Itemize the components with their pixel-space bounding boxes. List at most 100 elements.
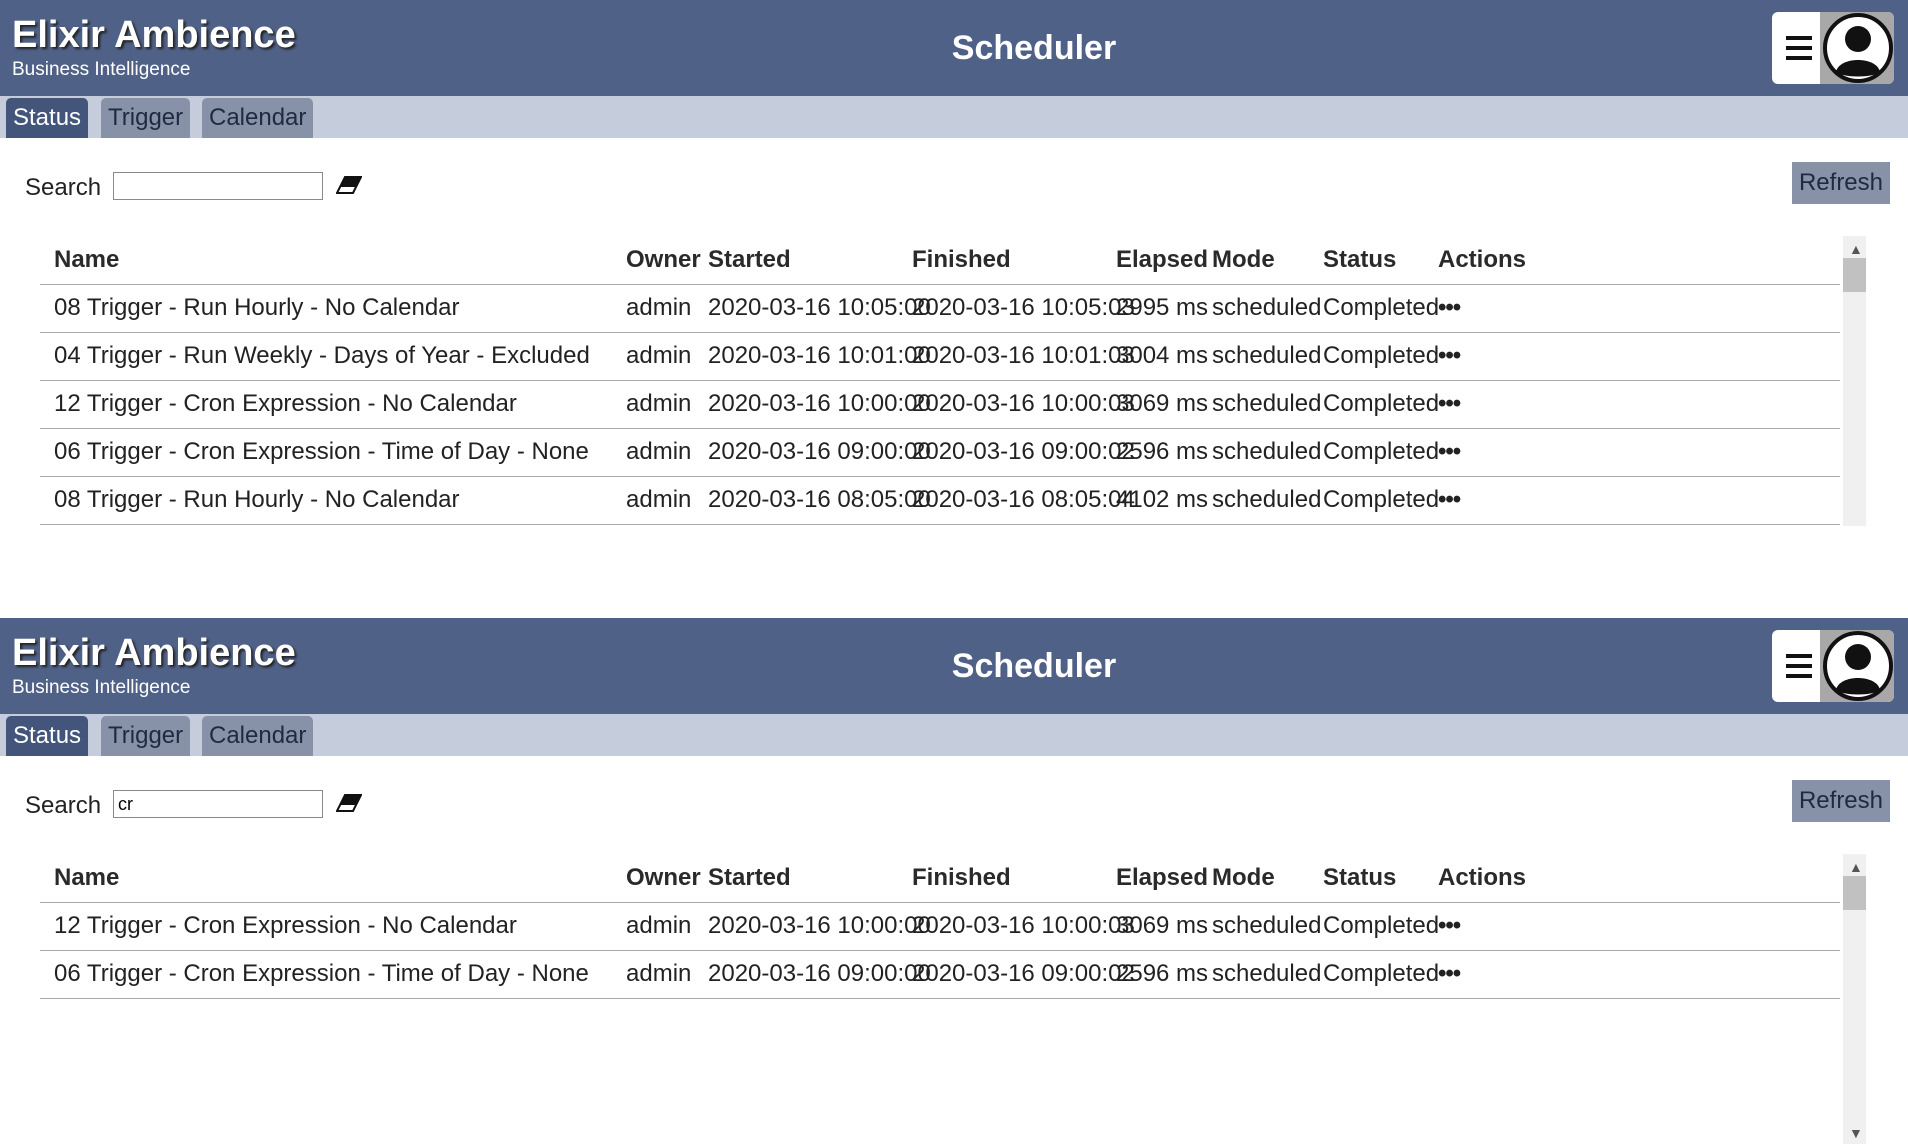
cell-started: 2020-03-16 08:05:00: [708, 486, 931, 513]
user-menu: [1772, 12, 1894, 84]
cell-elapsed: 2995 ms: [1116, 294, 1209, 321]
scheduler-panel: Elixir Ambience Business Intelligence Sc…: [0, 0, 1908, 530]
cell-finished: 2020-03-16 09:00:02: [912, 960, 1135, 987]
tab-status[interactable]: Status: [6, 716, 89, 756]
table-row[interactable]: 12 Trigger - Cron Expression - No Calend…: [40, 380, 1840, 429]
table-row[interactable]: 06 Trigger - Cron Expression - Time of D…: [40, 428, 1840, 477]
actions-menu-icon[interactable]: •••: [1438, 332, 1461, 380]
column-header-actions: Actions: [1438, 246, 1527, 273]
column-header-started: Started: [708, 864, 791, 891]
page-title: Scheduler: [951, 647, 1117, 685]
tab-status[interactable]: Status: [6, 98, 89, 138]
avatar[interactable]: [1820, 630, 1894, 702]
tab-trigger[interactable]: Trigger: [101, 716, 191, 756]
scrollbar-thumb[interactable]: [1843, 258, 1866, 292]
scroll-up-icon[interactable]: ▲: [1849, 242, 1863, 256]
table-row[interactable]: 04 Trigger - Run Weekly - Days of Year -…: [40, 332, 1840, 381]
cell-name: 06 Trigger - Cron Expression - Time of D…: [54, 960, 589, 987]
scheduler-panel: Elixir Ambience Business Intelligence Sc…: [0, 618, 1908, 1144]
table-row[interactable]: 06 Trigger - Cron Expression - Time of D…: [40, 950, 1840, 999]
cell-owner: admin: [626, 912, 692, 939]
cell-status: Completed: [1323, 342, 1440, 369]
cell-mode: scheduled: [1212, 912, 1322, 939]
hamburger-menu-icon[interactable]: [1786, 654, 1812, 678]
table-scrollbar[interactable]: ▲ ▼: [1843, 854, 1866, 1144]
cell-status: Completed: [1323, 960, 1440, 987]
cell-name: 06 Trigger - Cron Expression - Time of D…: [54, 438, 589, 465]
tab-calendar[interactable]: Calendar: [202, 98, 314, 138]
column-header-name: Name: [54, 864, 120, 891]
cell-elapsed: 3069 ms: [1116, 912, 1209, 939]
table-row[interactable]: 08 Trigger - Run Hourly - No Calendar adm…: [40, 476, 1840, 525]
cell-name: 08 Trigger - Run Hourly - No Calendar: [54, 486, 460, 513]
cell-owner: admin: [626, 390, 692, 417]
cell-mode: scheduled: [1212, 438, 1322, 465]
scrollbar-thumb[interactable]: [1843, 876, 1866, 910]
column-header-owner: Owner: [626, 864, 701, 891]
tab-bar: Status Trigger Calendar: [0, 714, 1908, 756]
table-row[interactable]: 08 Trigger - Run Hourly - No Calendar adm…: [40, 284, 1840, 333]
cell-status: Completed: [1323, 912, 1440, 939]
cell-finished: 2020-03-16 08:05:04: [912, 486, 1135, 513]
refresh-button[interactable]: Refresh: [1792, 162, 1890, 204]
actions-menu-icon[interactable]: •••: [1438, 284, 1461, 332]
column-header-elapsed: Elapsed: [1116, 246, 1209, 273]
user-avatar-icon: [1823, 631, 1893, 701]
cell-owner: admin: [626, 438, 692, 465]
actions-menu-icon[interactable]: •••: [1438, 476, 1461, 524]
column-header-finished: Finished: [912, 246, 1011, 273]
refresh-button[interactable]: Refresh: [1792, 780, 1890, 822]
cell-owner: admin: [626, 342, 692, 369]
status-table: Name Owner Started Finished Elapsed Mode Statu…: [40, 854, 1866, 1144]
actions-menu-icon[interactable]: •••: [1438, 428, 1461, 476]
avatar[interactable]: [1820, 12, 1894, 84]
search-input[interactable]: [113, 790, 323, 818]
cell-started: 2020-03-16 09:00:00: [708, 960, 931, 987]
cell-started: 2020-03-16 09:00:00: [708, 438, 931, 465]
page-title: Scheduler: [951, 29, 1117, 67]
user-avatar-icon: [1823, 13, 1893, 83]
table-row[interactable]: 12 Trigger - Cron Expression - No Calend…: [40, 902, 1840, 951]
table-header-row: Name Owner Started Finished Elapsed Mode Statu…: [40, 854, 1840, 903]
column-header-status: Status: [1323, 246, 1397, 273]
cell-owner: admin: [626, 294, 692, 321]
cell-owner: admin: [626, 960, 692, 987]
scroll-down-icon[interactable]: ▼: [1849, 1126, 1863, 1140]
tab-trigger[interactable]: Trigger: [101, 98, 191, 138]
search-label: Search: [25, 792, 102, 819]
cell-status: Completed: [1323, 486, 1440, 513]
cell-name: 12 Trigger - Cron Expression - No Calend…: [54, 912, 517, 939]
actions-menu-icon[interactable]: •••: [1438, 902, 1461, 950]
tab-bar: Status Trigger Calendar: [0, 96, 1908, 138]
scroll-up-icon[interactable]: ▲: [1849, 860, 1863, 874]
column-header-status: Status: [1323, 864, 1397, 891]
table-scrollbar[interactable]: ▲: [1843, 236, 1866, 526]
app-header: Elixir Ambience Business Intelligence Sc…: [0, 0, 1908, 96]
cell-elapsed: 3069 ms: [1116, 390, 1209, 417]
tab-calendar[interactable]: Calendar: [202, 716, 314, 756]
cell-finished: 2020-03-16 10:00:03: [912, 390, 1135, 417]
column-header-name: Name: [54, 246, 120, 273]
clear-search-eraser-icon[interactable]: [336, 176, 362, 194]
cell-elapsed: 2596 ms: [1116, 438, 1209, 465]
cell-status: Completed: [1323, 438, 1440, 465]
cell-mode: scheduled: [1212, 390, 1322, 417]
actions-menu-icon[interactable]: •••: [1438, 950, 1461, 998]
actions-menu-icon[interactable]: •••: [1438, 380, 1461, 428]
search-label: Search: [25, 174, 102, 201]
cell-name: 12 Trigger - Cron Expression - No Calend…: [54, 390, 517, 417]
clear-search-eraser-icon[interactable]: [336, 794, 362, 812]
column-header-elapsed: Elapsed: [1116, 864, 1209, 891]
column-header-started: Started: [708, 246, 791, 273]
column-header-actions: Actions: [1438, 864, 1527, 891]
table-header-row: Name Owner Started Finished Elapsed Mode Statu…: [40, 236, 1840, 285]
cell-elapsed: 3004 ms: [1116, 342, 1209, 369]
cell-finished: 2020-03-16 10:01:03: [912, 342, 1135, 369]
cell-name: 08 Trigger - Run Hourly - No Calendar: [54, 294, 460, 321]
status-table: Name Owner Started Finished Elapsed Mode Statu…: [40, 236, 1866, 526]
cell-finished: 2020-03-16 10:00:03: [912, 912, 1135, 939]
column-header-finished: Finished: [912, 864, 1011, 891]
hamburger-menu-icon[interactable]: [1786, 36, 1812, 60]
search-input[interactable]: [113, 172, 323, 200]
cell-mode: scheduled: [1212, 294, 1322, 321]
